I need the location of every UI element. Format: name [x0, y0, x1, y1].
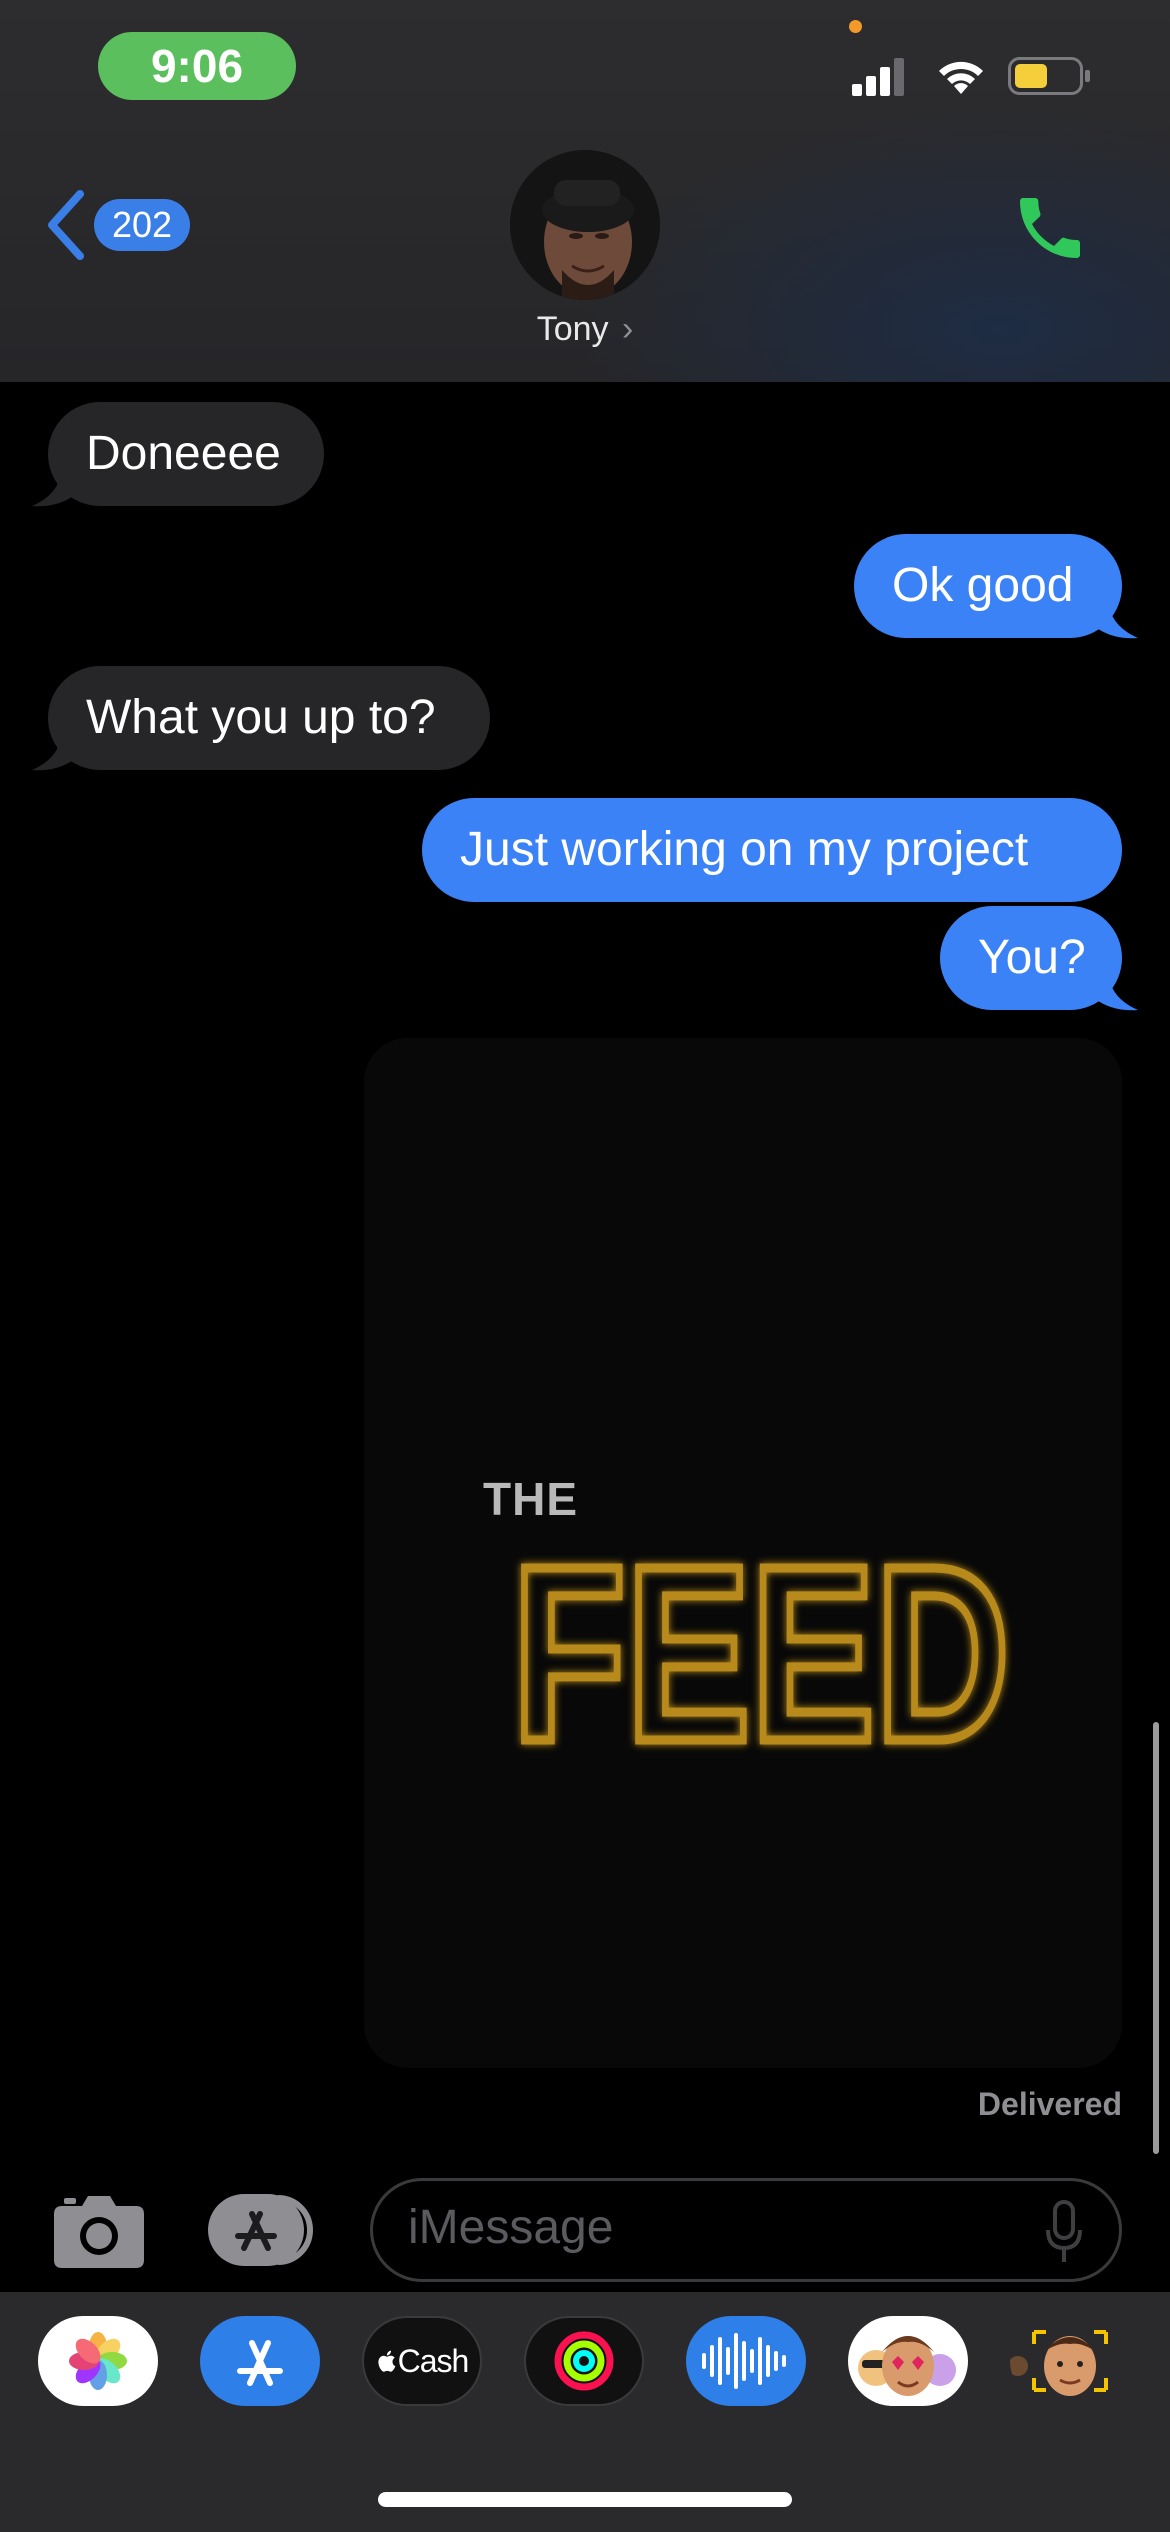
call-button[interactable] — [1010, 188, 1090, 268]
message-bubble-outgoing[interactable]: Just working on my project — [422, 798, 1122, 902]
attachment-title-prefix: THE — [483, 1473, 578, 1525]
activity-rings-icon — [554, 2331, 614, 2391]
message-bubble-incoming[interactable]: What you up to? — [48, 666, 490, 770]
camera-button[interactable] — [52, 2190, 146, 2270]
bubble-tail — [32, 468, 76, 507]
signal-icon — [852, 58, 904, 96]
bubble-tail — [32, 732, 76, 771]
wifi-icon — [939, 61, 983, 94]
apple-cash-app-button[interactable]: Cash — [362, 2316, 482, 2406]
message-bubble-incoming[interactable]: Doneeee — [48, 402, 324, 506]
memoji-icon — [1010, 2330, 1108, 2396]
memoji-stickers-app-button[interactable] — [848, 2316, 968, 2406]
mic-in-use-indicator — [849, 20, 862, 33]
status-time-label: 9:06 — [150, 40, 244, 92]
status-time[interactable]: 9:06 — [98, 32, 296, 100]
message-text: You? — [978, 931, 1086, 984]
scrollbar[interactable] — [1153, 1722, 1159, 2154]
contact-name-button[interactable]: Tony › — [485, 310, 685, 349]
attachment-title: FEED — [512, 1520, 1010, 1760]
message-text: What you up to? — [86, 691, 436, 744]
app-store-icon — [208, 2194, 313, 2266]
unread-count-badge[interactable]: 202 — [94, 199, 190, 251]
back-chevron-icon — [48, 190, 84, 260]
message-text: Just working on my project — [460, 823, 1029, 876]
phone-icon — [1020, 198, 1080, 258]
home-indicator[interactable] — [378, 2492, 792, 2507]
activity-app-button[interactable] — [524, 2316, 644, 2406]
contact-avatar[interactable] — [510, 150, 660, 300]
app-store-icon — [237, 2340, 283, 2386]
memoji-app-button[interactable] — [1010, 2316, 1130, 2406]
photos-icon — [69, 2332, 127, 2390]
battery-icon — [1008, 57, 1090, 95]
contact-name: Tony — [536, 310, 609, 348]
apple-logo-icon — [378, 2350, 395, 2372]
apple-cash-label: Cash — [397, 2342, 470, 2379]
bubble-tail — [1094, 600, 1138, 639]
microphone-icon[interactable] — [1044, 2200, 1084, 2264]
message-input-placeholder: iMessage — [408, 2201, 614, 2254]
delivered-status: Delivered — [977, 2086, 1122, 2122]
unread-count: 202 — [111, 204, 173, 245]
feed-logo: FEED — [512, 1520, 1012, 1760]
message-bubble-outgoing[interactable]: Ok good — [854, 534, 1122, 638]
chevron-right-icon: › — [621, 310, 634, 348]
camera-icon — [54, 2196, 144, 2268]
avatar-photo — [510, 150, 660, 300]
waveform-icon — [702, 2333, 786, 2389]
photos-app-button[interactable] — [38, 2316, 158, 2406]
message-text: Ok good — [892, 559, 1074, 612]
app-store-app-button[interactable] — [200, 2316, 320, 2406]
audio-message-app-button[interactable] — [686, 2316, 806, 2406]
message-text: Doneeee — [86, 427, 281, 480]
memoji-stickers-icon — [858, 2336, 956, 2396]
bubble-tail — [1094, 972, 1138, 1011]
apps-button[interactable] — [208, 2194, 320, 2266]
